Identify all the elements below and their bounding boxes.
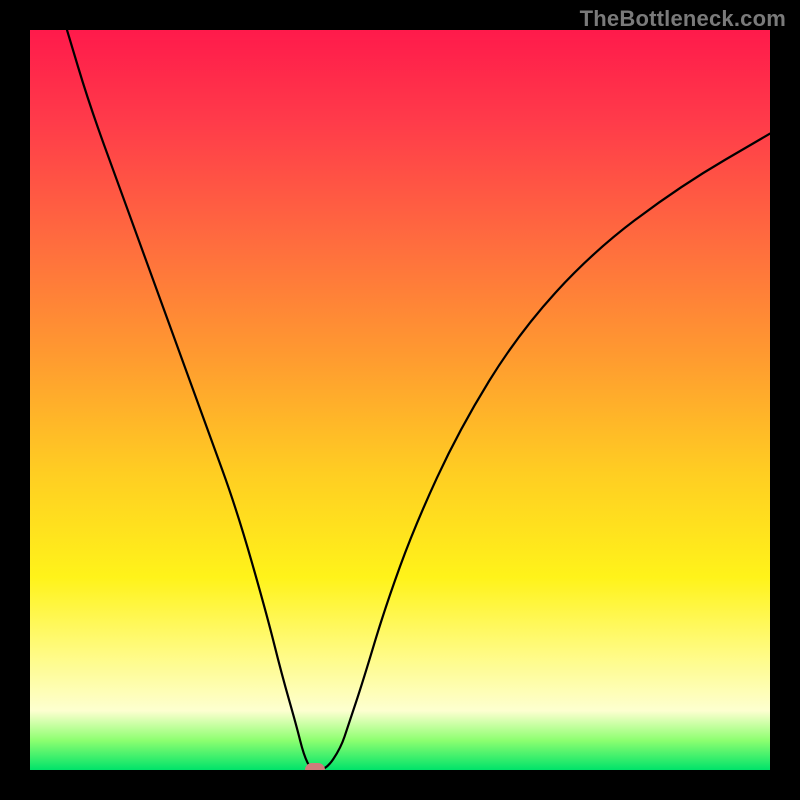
curve-path xyxy=(67,30,770,770)
chart-frame: TheBottleneck.com xyxy=(0,0,800,800)
bottleneck-curve xyxy=(30,30,770,770)
plot-area xyxy=(30,30,770,770)
minimum-marker xyxy=(305,763,325,770)
watermark-text: TheBottleneck.com xyxy=(580,6,786,32)
